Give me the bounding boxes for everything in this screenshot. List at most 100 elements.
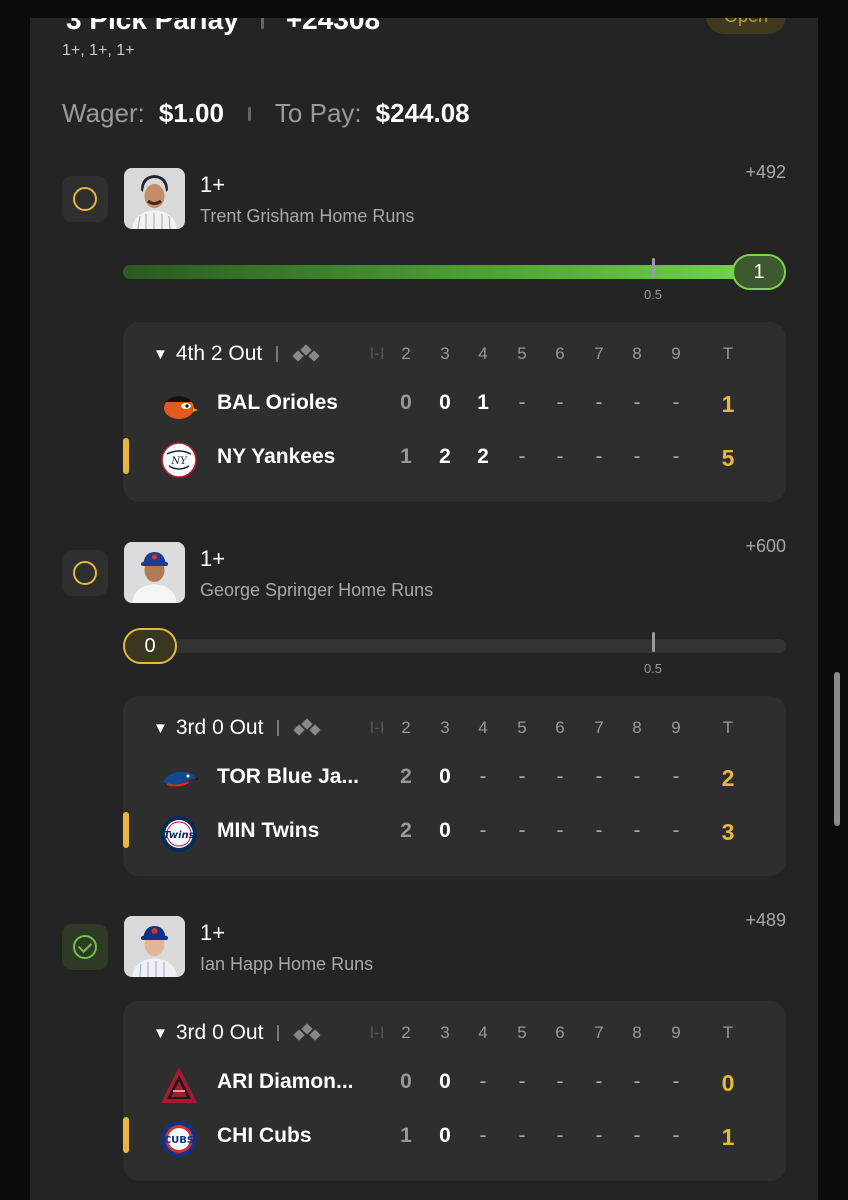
pick-status-won-icon bbox=[62, 924, 108, 970]
parlay-title-text: 3 Pick Parlay bbox=[66, 18, 239, 35]
player-avatar bbox=[124, 916, 185, 977]
scoreboard-header: ▼ 3rd 0 Out I-I 2 3 4 5 6 7 8 9 T bbox=[123, 1021, 786, 1047]
column-header: 7 bbox=[594, 718, 604, 737]
wager-divider bbox=[247, 106, 251, 121]
inning-score: - bbox=[633, 1070, 641, 1093]
batting-indicator bbox=[123, 438, 129, 474]
inning-score: - bbox=[556, 765, 564, 788]
inning-score: - bbox=[672, 819, 680, 842]
status-badge[interactable]: Open bbox=[706, 18, 786, 34]
inning-score: - bbox=[672, 1070, 680, 1093]
progress-value-badge: 0 bbox=[123, 628, 177, 664]
inning-score: 1 bbox=[477, 391, 489, 414]
inning-score: - bbox=[518, 765, 526, 788]
inning-score: - bbox=[595, 1070, 603, 1093]
pick-line: 1+ bbox=[200, 546, 226, 571]
inning-score: - bbox=[518, 391, 526, 414]
team-total: 1 bbox=[721, 391, 735, 417]
inning-score: 0 bbox=[400, 1070, 412, 1093]
away-team-row: TOR Blue Ja... 2 0 - - - - - - 2 bbox=[123, 758, 786, 798]
title-divider bbox=[260, 18, 264, 29]
column-header: 2 bbox=[401, 718, 411, 737]
parlay-title: 3 Pick Parlay +24308 bbox=[66, 18, 380, 36]
team-name: MIN Twins bbox=[217, 819, 320, 842]
scoreboard[interactable]: ▼ 4th 2 Out I-I 2 3 4 5 6 7 8 9 T BAL Or… bbox=[123, 322, 786, 502]
inning-score: 0 bbox=[400, 391, 412, 414]
inning-score: - bbox=[633, 1124, 641, 1147]
inning-score: - bbox=[672, 445, 680, 468]
pick-market: Trent Grisham Home Runs bbox=[200, 206, 415, 226]
inning-score: - bbox=[595, 1124, 603, 1147]
pick-status-pending-icon bbox=[62, 176, 108, 222]
inning-score: - bbox=[633, 391, 641, 414]
orioles-logo-icon bbox=[159, 386, 199, 426]
player-avatar bbox=[124, 168, 185, 229]
scrollbar[interactable] bbox=[834, 672, 840, 826]
progress-bar: 0.5 1 bbox=[123, 252, 786, 302]
column-header: 3 bbox=[440, 718, 450, 737]
inning-score: - bbox=[479, 765, 487, 788]
inning-status[interactable]: ▼ 3rd 0 Out bbox=[153, 1021, 323, 1045]
column-header: 2 bbox=[401, 1023, 411, 1042]
away-team-row: BAL Orioles 0 0 1 - - - - - 1 bbox=[123, 384, 786, 424]
inning-score: - bbox=[518, 1070, 526, 1093]
batting-indicator bbox=[123, 1117, 129, 1153]
inning-score: - bbox=[556, 445, 564, 468]
inning-score: - bbox=[672, 391, 680, 414]
outs-label: 2 Out bbox=[210, 342, 263, 365]
parlay-card: 3 Pick Parlay +24308 Open 1+, 1+, 1+ Wage… bbox=[30, 18, 818, 1200]
inning-score: - bbox=[672, 1124, 680, 1147]
column-header-partial: I-I bbox=[369, 718, 385, 737]
column-header: 3 bbox=[440, 344, 450, 363]
blue-jays-logo-icon bbox=[159, 760, 199, 800]
progress-track bbox=[123, 639, 786, 653]
cubs-logo-icon: CUBS bbox=[159, 1119, 199, 1159]
pick-market: Ian Happ Home Runs bbox=[200, 954, 374, 974]
column-header: 4 bbox=[478, 1023, 488, 1042]
inning-score: - bbox=[595, 765, 603, 788]
column-header: 5 bbox=[517, 718, 527, 737]
column-header: 2 bbox=[401, 344, 411, 363]
team-total: 2 bbox=[721, 765, 735, 791]
inning-score: 0 bbox=[439, 391, 451, 414]
team-total: 1 bbox=[721, 1124, 735, 1150]
scoreboard[interactable]: ▼ 3rd 0 Out I-I 2 3 4 5 6 7 8 9 T bbox=[123, 696, 786, 876]
away-team-row: ARI Diamon... 0 0 - - - - - - 0 bbox=[123, 1063, 786, 1103]
diamondbacks-logo-icon bbox=[159, 1065, 199, 1105]
inning-score: - bbox=[556, 1070, 564, 1093]
team-name: TOR Blue Ja... bbox=[217, 765, 359, 788]
threshold-label: 0.5 bbox=[643, 287, 663, 302]
inning-status[interactable]: ▼ 3rd 0 Out bbox=[153, 716, 323, 740]
collapse-triangle-icon: ▼ bbox=[153, 719, 168, 737]
column-header: 9 bbox=[671, 344, 681, 363]
home-team-row: Twins MIN Twins 2 0 - - - - - - 3 bbox=[123, 812, 786, 852]
inning-status[interactable]: ▼ 4th 2 Out bbox=[153, 342, 322, 366]
column-header-partial: I-I bbox=[369, 344, 385, 363]
scoreboard[interactable]: ▼ 3rd 0 Out I-I 2 3 4 5 6 7 8 9 T bbox=[123, 1001, 786, 1181]
pick-odds: +489 bbox=[745, 910, 786, 930]
inning-divider bbox=[277, 1025, 280, 1041]
inning-score: 2 bbox=[439, 445, 451, 468]
home-team-row: CUBS CHI Cubs 1 0 - - - - - - 1 bbox=[123, 1117, 786, 1157]
outs-label: 0 Out bbox=[212, 1021, 264, 1044]
team-name: CHI Cubs bbox=[217, 1124, 312, 1147]
inning-score: - bbox=[556, 391, 564, 414]
column-header-partial: I-I bbox=[369, 1023, 385, 1042]
to-pay-label: To Pay: bbox=[274, 98, 362, 128]
pick-market: George Springer Home Runs bbox=[200, 580, 434, 600]
inning-score: 1 bbox=[400, 1124, 412, 1147]
outs-label: 0 Out bbox=[212, 716, 264, 739]
inning-score: 2 bbox=[400, 819, 412, 842]
column-header-total: T bbox=[722, 718, 734, 737]
inning-score: 2 bbox=[400, 765, 412, 788]
column-header: 8 bbox=[632, 1023, 642, 1042]
inning-label: 3rd bbox=[175, 1021, 207, 1044]
column-header: 6 bbox=[555, 1023, 565, 1042]
team-name: ARI Diamon... bbox=[217, 1070, 354, 1093]
column-header: 8 bbox=[632, 344, 642, 363]
inning-score: - bbox=[672, 765, 680, 788]
parlay-odds: +24308 bbox=[285, 18, 381, 35]
column-header: 9 bbox=[671, 1023, 681, 1042]
pick-status-pending-icon bbox=[62, 550, 108, 596]
threshold-tick bbox=[652, 632, 655, 652]
